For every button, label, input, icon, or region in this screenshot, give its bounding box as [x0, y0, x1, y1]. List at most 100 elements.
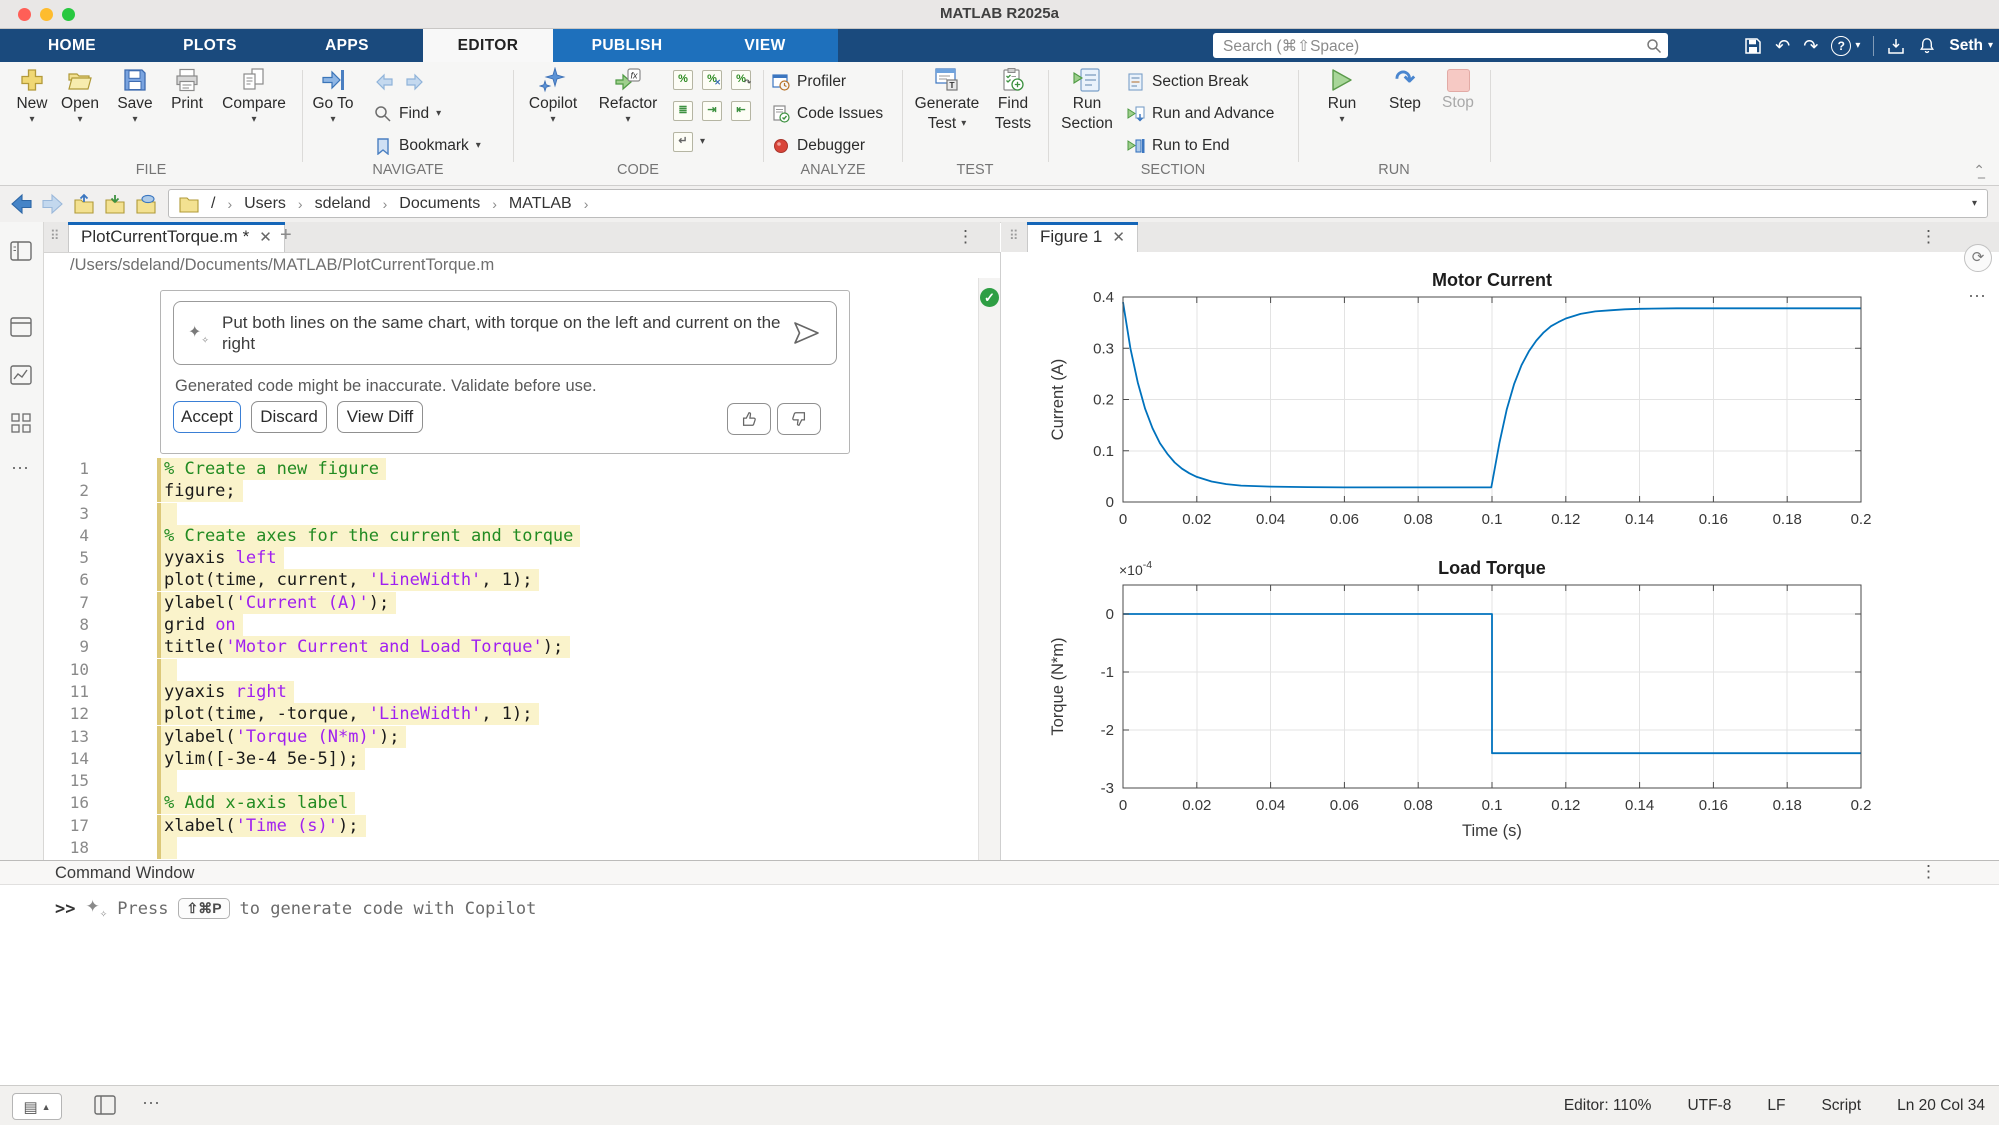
discard-button[interactable]: Discard [251, 401, 327, 433]
download-icon[interactable] [1887, 37, 1905, 55]
command-prompt[interactable]: >> ✦✧ Press ⇧⌘P to generate code with Co… [55, 897, 536, 920]
forward-arrow-icon[interactable] [403, 72, 425, 92]
code-line[interactable]: 12plot(time, -torque, 'LineWidth', 1); [43, 703, 978, 725]
code-line[interactable]: 18 [43, 837, 978, 859]
compare-button[interactable]: Compare ▾ [222, 67, 286, 125]
step-button[interactable]: ↷ Step [1379, 67, 1431, 113]
code-line[interactable]: 8grid on [43, 614, 978, 636]
smart-indent-icon[interactable]: ≣ [673, 101, 693, 121]
command-window[interactable]: >> ✦✧ Press ⇧⌘P to generate code with Co… [0, 885, 1999, 1085]
indent-right-icon[interactable]: ⇥ [702, 101, 722, 121]
code-issues-button[interactable]: Code Issues [772, 102, 883, 126]
undo-icon[interactable]: ↶ [1775, 37, 1790, 55]
breadcrumb-item[interactable]: sdeland [315, 195, 371, 213]
send-icon[interactable] [792, 320, 820, 346]
code-line[interactable]: 6plot(time, current, 'LineWidth', 1); [43, 569, 978, 591]
tab-editor[interactable]: EDITOR [423, 29, 553, 62]
code-line[interactable]: 15 [43, 770, 978, 792]
code-line[interactable]: 11yyaxis right [43, 681, 978, 703]
help-button[interactable]: ? ▾ [1831, 36, 1860, 56]
new-tab-plus-icon[interactable]: + [280, 224, 292, 247]
code-line[interactable]: 5yyaxis left [43, 547, 978, 569]
tab-plots[interactable]: PLOTS [165, 29, 255, 62]
save-button[interactable]: Save ▾ [111, 67, 159, 125]
chevron-down-icon[interactable]: ▾ [1972, 199, 1977, 209]
code-line[interactable]: 2figure; [43, 480, 978, 502]
copilot-button[interactable]: Copilot ▾ [523, 67, 583, 125]
run-section-button[interactable]: Run Section [1055, 67, 1119, 133]
copilot-prompt-box[interactable]: ✦✧ Put both lines on the same chart, wit… [173, 301, 837, 365]
breadcrumb-item[interactable]: MATLAB [509, 195, 572, 213]
forward-icon[interactable] [40, 193, 64, 215]
close-icon[interactable]: ✕ [1112, 228, 1125, 246]
tab-home[interactable]: HOME [27, 29, 117, 62]
figure-tools-button[interactable]: ⟳ [1964, 244, 1992, 272]
comment-wrap-icon[interactable]: %↷ [731, 70, 751, 90]
collapse-toolstrip-icon[interactable]: ⌃̲ [1973, 162, 1985, 179]
back-arrow-icon[interactable] [374, 72, 396, 92]
save-icon[interactable] [1744, 37, 1762, 55]
accept-button[interactable]: Accept [173, 401, 241, 433]
command-window-header[interactable]: Command Window ⋮ [0, 860, 1999, 885]
panel-chart-icon[interactable] [10, 364, 32, 386]
run-and-advance-button[interactable]: Run and Advance [1127, 102, 1274, 126]
drag-grip-icon[interactable]: ⠿ [50, 228, 58, 244]
up-folder-icon[interactable] [72, 192, 96, 216]
code-line[interactable]: 17xlabel('Time (s)'); [43, 815, 978, 837]
breadcrumb-item[interactable]: Documents [399, 195, 480, 213]
status-editor-zoom[interactable]: Editor: 110% [1564, 1097, 1652, 1115]
command-window-menu-icon[interactable]: ⋮ [1920, 862, 1937, 882]
run-to-end-button[interactable]: Run to End [1127, 134, 1230, 158]
new-button[interactable]: New ▾ [8, 67, 56, 125]
code-line[interactable]: 3 [43, 503, 978, 525]
breadcrumb-item[interactable]: / [211, 195, 215, 213]
status-encoding[interactable]: UTF-8 [1687, 1097, 1731, 1115]
editor-menu-icon[interactable]: ⋮ [957, 227, 974, 247]
debugger-button[interactable]: Debugger [772, 134, 865, 158]
more-tools-icon[interactable]: ⋯ [11, 458, 29, 479]
search-box[interactable] [1213, 33, 1668, 58]
close-icon[interactable]: ✕ [259, 228, 272, 246]
uncomment-icon[interactable]: %✕ [702, 70, 722, 90]
chevron-down-icon[interactable]: ▾ [700, 137, 705, 147]
search-icon[interactable] [1646, 38, 1662, 54]
figure-more-icon[interactable]: ⋯ [1968, 286, 1986, 307]
code-line[interactable]: 10 [43, 659, 978, 681]
panel-blocks-icon[interactable] [10, 412, 32, 434]
search-input[interactable] [1221, 33, 1640, 60]
status-eol[interactable]: LF [1767, 1097, 1785, 1115]
status-cursor-position[interactable]: Ln 20 Col 34 [1897, 1097, 1985, 1115]
run-button[interactable]: Run ▾ [1314, 67, 1370, 125]
tab-apps[interactable]: APPS [302, 29, 392, 62]
layout-quick-button[interactable]: ▤ ▲ [12, 1093, 62, 1120]
code-line[interactable]: 1% Create a new figure [43, 458, 978, 480]
code-editor[interactable]: 1% Create a new figure2figure;3 4% Creat… [43, 458, 978, 860]
thumbs-up-button[interactable] [727, 403, 771, 435]
refactor-button[interactable]: fx Refactor ▾ [596, 67, 660, 125]
find-tests-button[interactable]: Find Tests [983, 67, 1043, 133]
view-diff-button[interactable]: View Diff [337, 401, 423, 433]
open-button[interactable]: Open ▾ [56, 67, 104, 125]
back-icon[interactable] [10, 193, 34, 215]
status-file-type[interactable]: Script [1821, 1097, 1861, 1115]
code-line[interactable]: 4% Create axes for the current and torqu… [43, 525, 978, 547]
generate-test-button[interactable]: T Generate Test▾ [912, 67, 982, 133]
find-button[interactable]: Find ▾ [374, 102, 441, 126]
drag-grip-icon[interactable]: ⠿ [1009, 228, 1017, 244]
thumbs-down-button[interactable] [777, 403, 821, 435]
print-button[interactable]: Print [163, 67, 211, 113]
figure-tab[interactable]: Figure 1 ✕ [1027, 222, 1138, 252]
panel-window-icon[interactable] [10, 316, 32, 338]
code-line[interactable]: 16% Add x-axis label [43, 792, 978, 814]
bookmark-button[interactable]: Bookmark ▾ [374, 134, 481, 158]
section-break-button[interactable]: Section Break [1127, 70, 1249, 94]
profiler-button[interactable]: Profiler [772, 70, 846, 94]
figure-menu-icon[interactable]: ⋮ [1920, 227, 1937, 247]
tab-view[interactable]: VIEW [720, 29, 810, 62]
panel-columns-icon[interactable] [10, 240, 32, 262]
wrap-comments-icon[interactable]: ↵ [673, 132, 693, 152]
more-status-icon[interactable]: ⋯ [142, 1093, 160, 1114]
redo-icon[interactable]: ↷ [1803, 37, 1818, 55]
editor-file-tab[interactable]: PlotCurrentTorque.m * ✕ [68, 222, 285, 252]
code-line[interactable]: 9title('Motor Current and Load Torque'); [43, 636, 978, 658]
